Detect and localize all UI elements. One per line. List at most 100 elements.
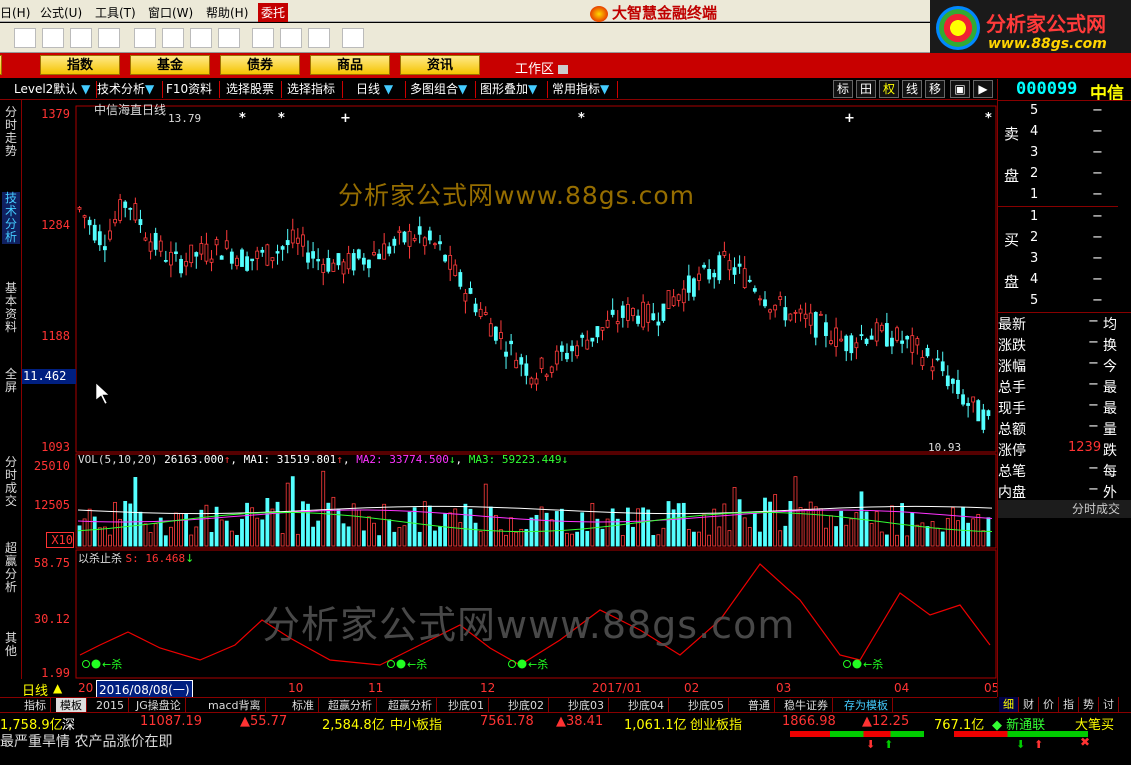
template-tab[interactable]: 指标 — [20, 698, 51, 713]
template-tab[interactable]: 存为模板 — [840, 698, 893, 713]
template-tab[interactable]: 抄底03 — [564, 698, 609, 713]
volume-bar — [676, 503, 681, 547]
chart-icon[interactable]: ▤ — [98, 28, 120, 48]
template-tab[interactable]: 抄底05 — [684, 698, 729, 713]
chartbar-item-select-stock[interactable]: 选择股票 — [226, 81, 282, 98]
volume-bar — [605, 518, 610, 547]
order-book-row[interactable]: 4− — [998, 122, 1131, 143]
play-icon[interactable]: ▶ — [973, 80, 993, 98]
volume-bar — [133, 477, 138, 547]
right-tab[interactable]: 指 — [1059, 697, 1079, 712]
order-book-row[interactable]: 1− — [998, 185, 1131, 206]
chartbar-item-overlay[interactable]: 图形叠加▼ — [480, 81, 548, 98]
books-icon[interactable]: ▦ — [308, 28, 330, 48]
workarea-label[interactable]: 工作区 — [515, 58, 569, 77]
nav-button-news[interactable]: 资讯 — [400, 55, 480, 75]
toolbar: ⊙ ▥ ♟ ▤ ➚ ◆ ⚑ ◉ ▭ ▣ ▦ ? — [0, 23, 930, 53]
chartbar-item-f10[interactable]: F10资料 — [166, 81, 220, 98]
level-value: − — [1092, 230, 1103, 245]
window-icon[interactable]: ▣ — [950, 80, 970, 98]
template-tab[interactable]: JG操盘论 — [132, 698, 186, 713]
arrow-icon[interactable]: ➚ — [134, 28, 156, 48]
window-icon[interactable]: ▣ — [280, 28, 302, 48]
chartbar-item-multi[interactable]: 多图组合▼ — [410, 81, 476, 98]
signal-dot — [852, 659, 862, 669]
ticker-item[interactable]: 7561.78 — [480, 714, 534, 729]
ticker-item[interactable]: ▲12.25 — [862, 714, 909, 729]
nav-button-commodity[interactable]: 商品 — [310, 55, 390, 75]
template-tab[interactable]: 超赢分析 — [324, 698, 377, 713]
toggle-line[interactable]: 线 — [902, 80, 922, 98]
order-book-row[interactable]: 3− — [998, 249, 1131, 270]
right-tab[interactable]: 讨 — [1099, 697, 1119, 712]
flag-icon[interactable]: ⚑ — [190, 28, 212, 48]
menu-item[interactable]: 公式(U) — [40, 4, 82, 21]
candle-body — [585, 339, 590, 350]
template-tab[interactable]: 抄底01 — [444, 698, 489, 713]
right-tab[interactable]: 势 — [1079, 697, 1099, 712]
template-tab[interactable]: 抄底04 — [624, 698, 669, 713]
candle-body — [732, 267, 737, 275]
toggle-mark[interactable]: 标 — [833, 80, 853, 98]
volume-bar — [935, 527, 940, 547]
volume-bar — [758, 531, 762, 547]
volume-bar — [854, 512, 859, 547]
order-book-row[interactable]: 5− — [998, 291, 1131, 312]
template-tab[interactable]: 抄底02 — [504, 698, 549, 713]
chartbar-item-common[interactable]: 常用指标▼ — [552, 81, 618, 98]
toggle-rights[interactable]: 权 — [879, 80, 899, 98]
order-book-row[interactable]: 2− — [998, 164, 1131, 185]
help-icon[interactable]: ? — [342, 28, 364, 48]
menu-item[interactable]: 日(H) — [0, 4, 30, 21]
chartbar-item-period[interactable]: 日线 ▼ — [356, 81, 406, 98]
chartbar-item-tech[interactable]: 技术分析▼ — [97, 81, 163, 98]
nav-button-bond[interactable]: 债券 — [220, 55, 300, 75]
right-tab[interactable]: 价 — [1039, 697, 1059, 712]
nav-button[interactable] — [0, 55, 2, 75]
right-tab[interactable]: 细 — [999, 697, 1019, 712]
template-tab[interactable]: 模板 — [56, 698, 87, 713]
volume-bar — [747, 526, 752, 547]
order-book-row[interactable]: 4− — [998, 270, 1131, 291]
grid-icon[interactable]: 田 — [856, 80, 876, 98]
ticker-item[interactable]: 11087.19 — [140, 714, 202, 729]
ticker-item[interactable]: 1866.98 — [782, 714, 836, 729]
menu-item-trade[interactable]: 委托 — [258, 3, 289, 22]
chartbar-item-select-indicator[interactable]: 选择指标 — [287, 81, 343, 98]
volume-bar — [138, 511, 143, 547]
menu-item[interactable]: 工具(T) — [95, 4, 136, 21]
menu-item[interactable]: 窗口(W) — [148, 4, 193, 21]
chartbar-item-level2[interactable]: Level2默认 ▼ — [2, 81, 97, 98]
close-icon[interactable]: ✖ — [1080, 735, 1090, 749]
ticker-item[interactable]: ▲38.41 — [556, 714, 603, 729]
template-tab[interactable]: 2015 — [92, 698, 129, 713]
chart-area[interactable]: ←杀 ←杀 ←杀 ←杀 * * + * + * 1379 1284 1188 1093 11.4… — [0, 100, 997, 680]
news-headline[interactable]: 最严重旱情 农产品涨价在即 — [0, 731, 172, 751]
toggle-move[interactable]: 移 — [925, 80, 945, 98]
template-tab[interactable]: 标准 — [288, 698, 319, 713]
volume-bar — [737, 499, 742, 547]
menu-item[interactable]: 帮助(H) — [206, 4, 248, 21]
template-tab[interactable]: 超赢分析 — [384, 698, 437, 713]
template-tab[interactable]: macd背离 — [204, 698, 266, 713]
nav-button-fund[interactable]: 基金 — [130, 55, 210, 75]
order-book-row[interactable]: 1− — [998, 207, 1131, 228]
print-icon[interactable]: ▭ — [252, 28, 274, 48]
right-tab[interactable]: 财 — [1019, 697, 1039, 712]
volume-bar — [443, 513, 448, 547]
ticker-item[interactable]: ▲55.77 — [240, 714, 287, 729]
nav-button-index[interactable]: 指数 — [40, 55, 120, 75]
template-tab[interactable]: 稳牛证券 — [780, 698, 833, 713]
order-book-row[interactable]: 3− — [998, 143, 1131, 164]
order-book-row[interactable]: 5− — [998, 101, 1131, 122]
globe-icon[interactable]: ◉ — [218, 28, 240, 48]
volume-bar — [961, 506, 965, 547]
order-book-row[interactable]: 2− — [998, 228, 1131, 249]
section-header[interactable]: 分时成交 — [998, 500, 1131, 518]
candle-body — [453, 264, 458, 276]
diamond-icon[interactable]: ◆ — [162, 28, 184, 48]
binoculars-icon[interactable]: ⊙ — [14, 28, 36, 48]
columns-icon[interactable]: ▥ — [42, 28, 64, 48]
template-tab[interactable]: 普通 — [744, 698, 775, 713]
people-icon[interactable]: ♟ — [70, 28, 92, 48]
